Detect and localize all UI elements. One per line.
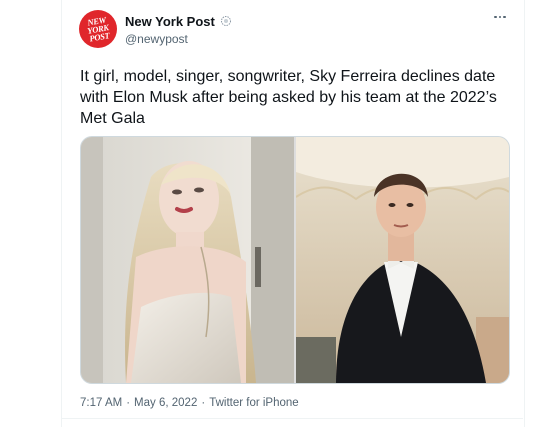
tweet-source[interactable]: Twitter for iPhone xyxy=(209,397,298,409)
tweet-time[interactable]: 7:17 AM xyxy=(80,397,122,409)
divider xyxy=(61,418,523,419)
tweet-text: It girl, model, singer, songwriter, Sky … xyxy=(80,68,497,127)
timestamp-row: 7:17 AM · May 6, 2022 · Twitter for iPho… xyxy=(80,397,299,409)
more-options-icon[interactable] xyxy=(489,10,511,24)
avatar[interactable]: NEW YORK POST xyxy=(79,10,117,48)
separator-dot-2: · xyxy=(201,397,206,409)
photo-left[interactable] xyxy=(81,137,294,383)
new-york-post-logo: NEW YORK POST xyxy=(79,10,117,48)
tweet-date[interactable]: May 6, 2022 xyxy=(134,397,197,409)
photo-right[interactable] xyxy=(296,137,509,383)
logo-line-3: POST xyxy=(88,30,111,44)
author-handle[interactable]: @newypost xyxy=(125,32,188,46)
author-row: New York Post xyxy=(125,13,232,29)
verified-badge-icon xyxy=(220,16,231,26)
separator-dot: · xyxy=(126,397,131,409)
tweet-media[interactable] xyxy=(80,136,510,384)
display-name[interactable]: New York Post xyxy=(125,14,215,29)
